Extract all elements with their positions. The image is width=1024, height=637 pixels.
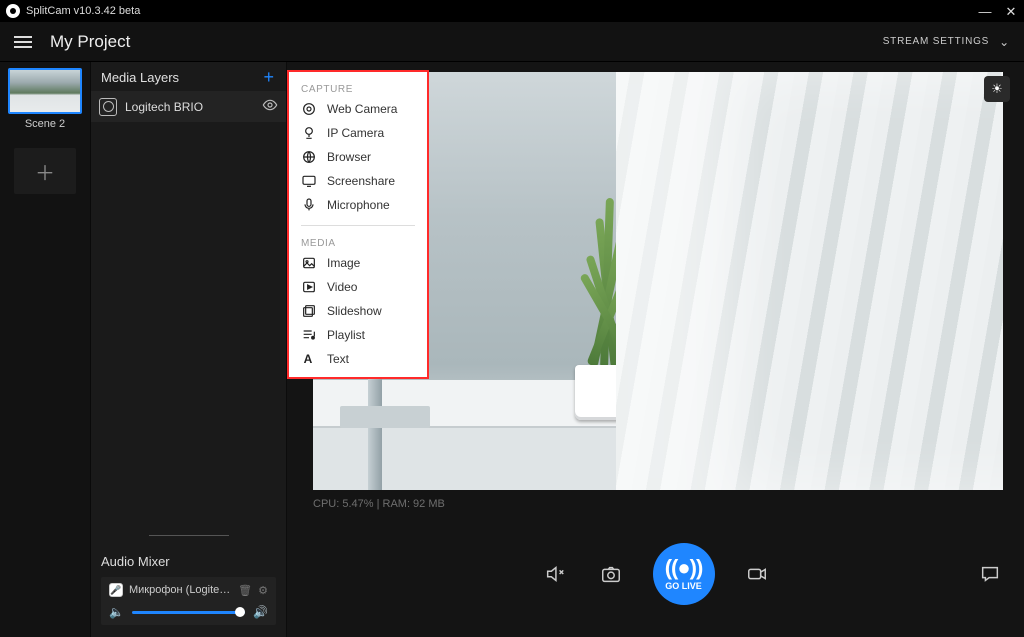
visibility-toggle-icon[interactable] [262, 97, 278, 116]
mixer-item: 🎤 Микрофон (Logitech... 🗑 ⚙ 🔈 🔊 [101, 577, 276, 625]
app-logo-icon [6, 4, 20, 18]
menu-item-ip-camera[interactable]: IP Camera [289, 121, 427, 145]
menu-item-text[interactable]: A Text [289, 347, 427, 371]
menu-item-label: Slideshow [327, 304, 382, 318]
app-title: SplitCam v10.3.42 beta [26, 5, 140, 17]
videocam-icon [746, 563, 768, 585]
menu-item-microphone[interactable]: Microphone [289, 193, 427, 217]
audio-mixer-panel: Audio Mixer 🎤 Микрофон (Logitech... 🗑 ⚙ … [91, 546, 286, 637]
menu-section-media: MEDIA [289, 234, 427, 251]
mute-stream-button[interactable] [541, 560, 569, 588]
app-header: My Project STREAM SETTINGS ⌄ [0, 22, 1024, 62]
scene-thumbnail[interactable] [8, 68, 82, 114]
menu-item-browser[interactable]: Browser [289, 145, 427, 169]
sun-icon: ☀ [991, 81, 1003, 97]
menu-item-label: Microphone [327, 198, 390, 212]
broadcast-icon: ((●)) [665, 557, 703, 579]
microphone-icon: 🎤 [109, 583, 123, 597]
chevron-down-icon: ⌄ [999, 35, 1010, 49]
menu-item-label: Video [327, 280, 357, 294]
volume-slider[interactable] [132, 611, 245, 614]
menu-item-label: IP Camera [327, 126, 384, 140]
bottom-toolbar: ((●)) GO LIVE [287, 510, 1024, 637]
webcam-icon [301, 101, 317, 117]
stream-settings-label: STREAM SETTINGS [883, 36, 989, 47]
snapshot-button[interactable] [597, 560, 625, 588]
mixer-item-label: Микрофон (Logitech... [129, 584, 232, 596]
stats-text: CPU: 5.47% | RAM: 92 MB [287, 496, 1024, 510]
layer-item-label: Logitech BRIO [125, 100, 203, 114]
audio-mixer-title: Audio Mixer [101, 554, 276, 569]
brightness-button[interactable]: ☀ [984, 76, 1010, 102]
menu-item-slideshow[interactable]: Slideshow [289, 299, 427, 323]
title-bar: SplitCam v10.3.42 beta — ✕ [0, 0, 1024, 22]
image-icon [301, 255, 317, 271]
mute-icon[interactable]: 🔈 [109, 605, 124, 619]
menu-item-label: Image [327, 256, 360, 270]
chat-icon [979, 563, 1001, 585]
menu-item-video[interactable]: Video [289, 275, 427, 299]
window-minimize-button[interactable]: — [978, 5, 992, 18]
screen-icon [301, 173, 317, 189]
delete-mixer-item-button[interactable]: 🗑 [238, 584, 252, 597]
chat-button[interactable] [976, 560, 1004, 588]
menu-item-label: Screenshare [327, 174, 395, 188]
mixer-item-settings-button[interactable]: ⚙ [258, 584, 268, 597]
menu-hamburger-button[interactable] [14, 36, 32, 48]
menu-section-capture: CAPTURE [289, 80, 427, 97]
stream-settings-button[interactable]: STREAM SETTINGS ⌄ [883, 35, 1010, 49]
menu-separator [301, 225, 415, 226]
panel-drag-handle[interactable] [149, 535, 229, 536]
menu-item-label: Text [327, 352, 349, 366]
layers-panel: Media Layers + Logitech BRIO Audio Mixer… [90, 62, 286, 637]
scene-label: Scene 2 [25, 118, 65, 130]
svg-text:A: A [304, 352, 313, 366]
menu-item-screenshare[interactable]: Screenshare [289, 169, 427, 193]
camera-icon [600, 563, 622, 585]
volume-slider-knob[interactable] [235, 607, 245, 617]
project-title: My Project [50, 32, 883, 52]
microphone-icon [301, 197, 317, 213]
go-live-button[interactable]: ((●)) GO LIVE [653, 543, 715, 605]
layers-title: Media Layers [101, 70, 179, 85]
menu-item-label: Playlist [327, 328, 365, 342]
app-body: Scene 2 ＋ Media Layers + Logitech BRIO A… [0, 62, 1024, 637]
record-button[interactable] [743, 560, 771, 588]
playlist-icon [301, 327, 317, 343]
menu-item-image[interactable]: Image [289, 251, 427, 275]
webcam-source-icon [99, 98, 117, 116]
speaker-muted-icon [544, 563, 566, 585]
layer-item[interactable]: Logitech BRIO [91, 91, 286, 122]
add-scene-button[interactable]: ＋ [14, 148, 76, 194]
ip-camera-icon [301, 125, 317, 141]
menu-item-label: Web Camera [327, 102, 397, 116]
add-layer-button[interactable]: + [261, 72, 276, 83]
go-live-label: GO LIVE [665, 581, 702, 591]
scene-panel: Scene 2 ＋ [0, 62, 90, 637]
globe-icon [301, 149, 317, 165]
scene-thumbnail-image [10, 70, 80, 112]
volume-max-icon: 🔊 [253, 605, 268, 619]
menu-item-web-camera[interactable]: Web Camera [289, 97, 427, 121]
menu-item-label: Browser [327, 150, 371, 164]
slideshow-icon [301, 303, 317, 319]
text-icon: A [301, 351, 317, 367]
window-close-button[interactable]: ✕ [1004, 5, 1018, 18]
plus-icon: ＋ [35, 157, 55, 186]
menu-item-playlist[interactable]: Playlist [289, 323, 427, 347]
play-icon [301, 279, 317, 295]
add-layer-menu: CAPTURE Web Camera IP Camera Browser Scr… [287, 70, 429, 379]
